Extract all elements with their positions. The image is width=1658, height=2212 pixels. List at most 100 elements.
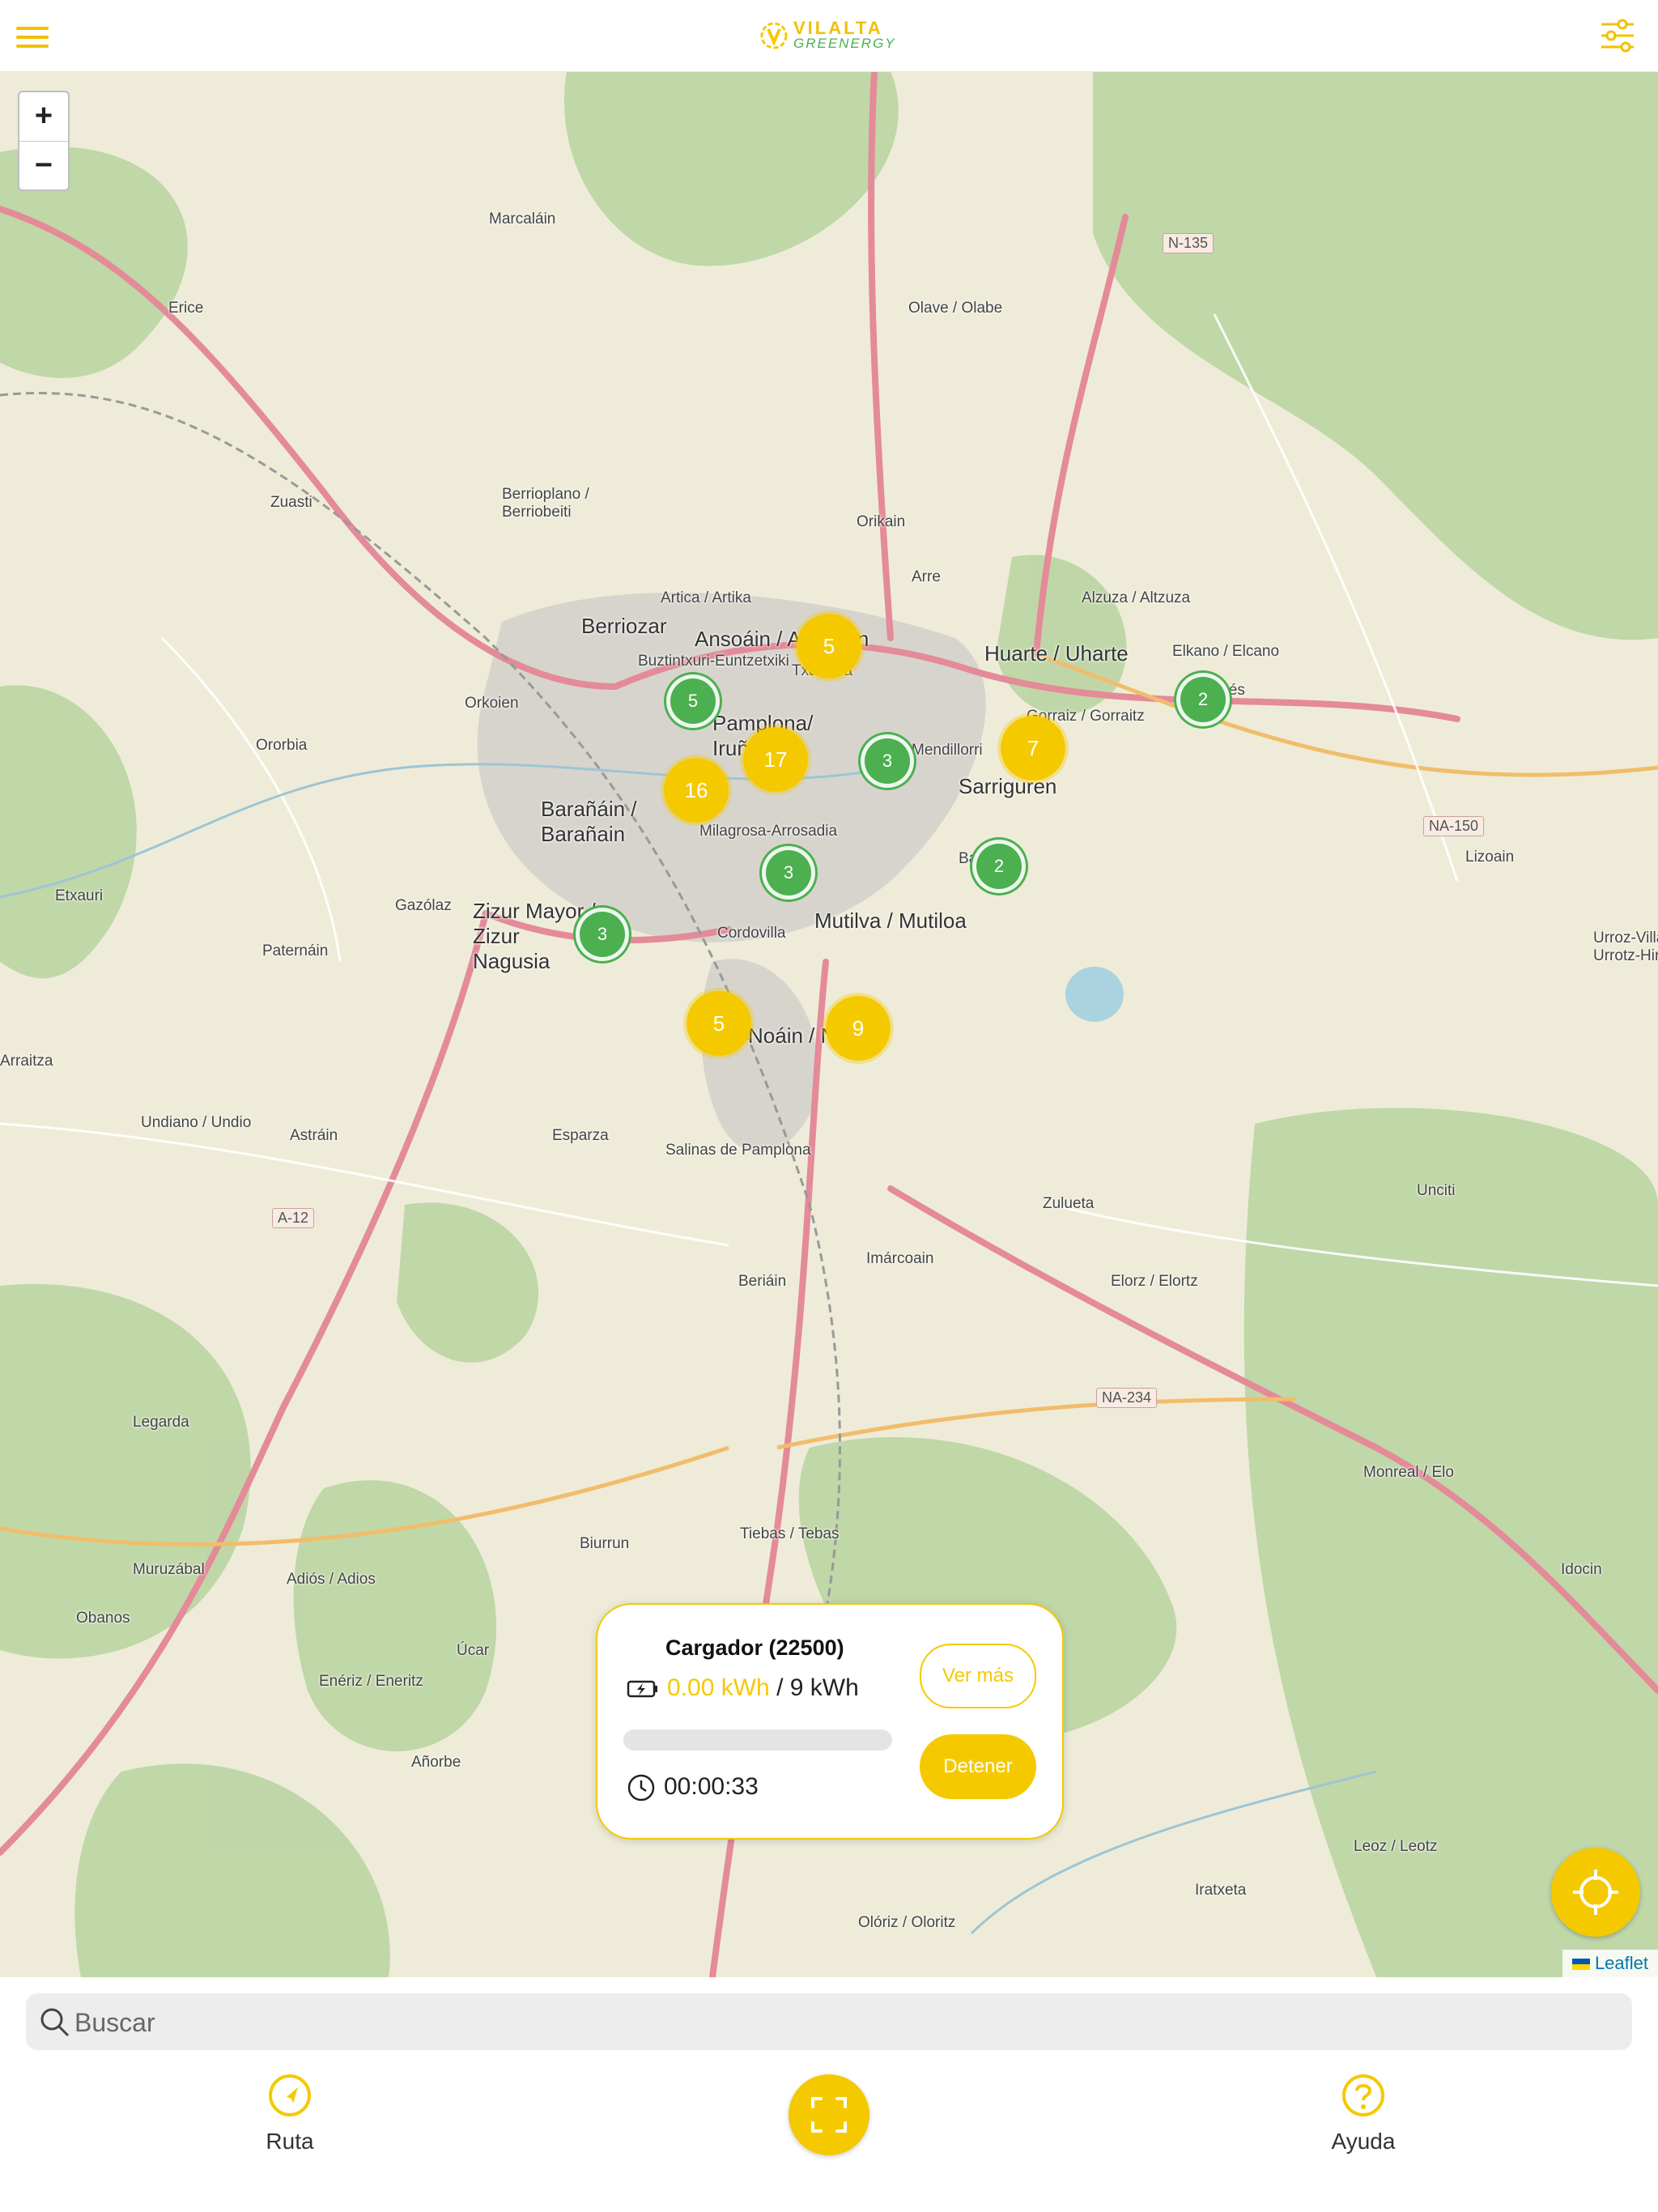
place-label: Unciti <box>1417 1182 1456 1199</box>
locate-me-button[interactable] <box>1551 1848 1640 1937</box>
charger-cluster[interactable]: 17 <box>743 727 808 792</box>
place-label: Obanos <box>76 1610 130 1627</box>
battery-charging-icon <box>627 1680 657 1698</box>
scan-qr-button[interactable] <box>789 2074 869 2155</box>
charger-cluster[interactable]: 5 <box>670 678 716 724</box>
filter-settings-icon[interactable] <box>1598 18 1637 53</box>
place-label: Huarte / Uharte <box>984 641 1129 666</box>
road-label: A-12 <box>272 1208 315 1228</box>
search-input[interactable] <box>73 2000 1614 2045</box>
see-more-button[interactable]: Ver más <box>920 1644 1036 1708</box>
search-bar[interactable] <box>26 1993 1632 2050</box>
place-label: Esparza <box>552 1127 609 1144</box>
charger-card: Cargador (22500) 0.00 kWh / 9 kWh 00:00:… <box>596 1603 1064 1840</box>
nav-route-label: Ruta <box>266 2129 314 2154</box>
place-label: Mutilva / Mutiloa <box>814 908 967 933</box>
attribution-link[interactable]: Leaflet <box>1595 1953 1648 1973</box>
charge-progress-bar <box>623 1729 892 1750</box>
charger-cluster[interactable]: 2 <box>976 844 1022 889</box>
nav-help-label: Ayuda <box>1331 2129 1396 2154</box>
place-label: Monreal / Elo <box>1363 1464 1454 1481</box>
place-label: Olóriz / Oloritz <box>858 1914 956 1931</box>
place-label: Barañáin / Barañain <box>541 797 637 846</box>
clock-icon <box>627 1774 655 1802</box>
ukraine-flag-icon <box>1571 1959 1590 1971</box>
place-label: Biurrun <box>580 1535 630 1552</box>
crosshair-icon <box>1573 1870 1618 1915</box>
energy-readout: 0.00 kWh / 9 kWh <box>627 1674 859 1702</box>
app-header: VILALTA GREENERGY <box>0 0 1658 72</box>
navigation-arrow-icon <box>269 2074 311 2116</box>
charge-timer: 00:00:33 <box>627 1773 759 1802</box>
place-label: Cordovilla <box>717 925 786 942</box>
search-icon <box>40 2008 70 2037</box>
place-label: Legarda <box>133 1414 189 1431</box>
place-label: Arraitza <box>0 1053 53 1070</box>
charger-title: Cargador (22500) <box>665 1636 844 1660</box>
place-label: Berriozar <box>581 614 667 638</box>
place-label: Gazólaz <box>395 897 452 914</box>
place-label: Idocin <box>1561 1561 1602 1578</box>
nav-help[interactable]: Ayuda <box>1299 2073 1428 2155</box>
map-attribution[interactable]: Leaflet <box>1562 1950 1658 1977</box>
menu-icon[interactable] <box>16 21 49 50</box>
place-label: Enériz / Eneritz <box>319 1673 423 1690</box>
energy-current: 0.00 kWh <box>667 1674 770 1701</box>
zoom-out-button[interactable]: − <box>19 142 68 190</box>
place-label: Orikain <box>857 513 906 530</box>
place-label: Ororbia <box>256 737 308 754</box>
place-label: Undiano / Undio <box>141 1114 252 1131</box>
nav-route[interactable]: Ruta <box>225 2073 355 2155</box>
logo-text-bottom: GREENERGY <box>793 36 896 51</box>
place-label: Muruzábal <box>133 1561 205 1578</box>
bottom-bar: Ruta Ayuda <box>0 1977 1658 2212</box>
place-label: Iratxeta <box>1195 1882 1247 1899</box>
place-label: Elkano / Elcano <box>1172 643 1280 660</box>
place-label: Erice <box>168 300 204 317</box>
place-label: Berrioplano / Berriobeiti <box>502 486 589 521</box>
charger-cluster[interactable]: 16 <box>664 758 729 823</box>
place-label: Alzuza / Altzuza <box>1082 589 1191 606</box>
energy-total: 9 kWh <box>789 1674 859 1701</box>
place-label: Marcaláin <box>489 211 556 228</box>
charger-cluster[interactable]: 9 <box>826 996 891 1061</box>
logo-mark-icon <box>760 22 788 49</box>
charger-cluster[interactable]: 5 <box>687 991 751 1056</box>
place-label: Zuasti <box>270 494 312 511</box>
place-label: Artica / Artika <box>661 589 751 606</box>
road-label: NA-234 <box>1096 1388 1158 1408</box>
charger-cluster[interactable]: 3 <box>766 850 811 895</box>
place-label: Imárcoain <box>866 1250 934 1267</box>
charger-cluster[interactable]: 3 <box>580 912 625 957</box>
charger-cluster[interactable]: 7 <box>1001 716 1065 781</box>
road-label: N-135 <box>1163 233 1214 253</box>
road-label: NA-150 <box>1423 816 1485 836</box>
place-label: Úcar <box>457 1642 490 1659</box>
place-label: Buztintxuri-Euntzetxiki <box>638 653 789 670</box>
charger-cluster[interactable]: 3 <box>865 738 910 784</box>
place-label: Etxauri <box>55 887 104 904</box>
scan-frame-icon <box>811 2097 847 2133</box>
charger-cluster[interactable]: 2 <box>1180 677 1226 722</box>
place-label: Milagrosa-Arrosadia <box>699 823 838 840</box>
timer-value: 00:00:33 <box>664 1773 759 1800</box>
place-label: Leoz / Leotz <box>1354 1838 1438 1855</box>
stop-charging-button[interactable]: Detener <box>920 1734 1036 1799</box>
place-label: Elorz / Elortz <box>1111 1273 1198 1290</box>
place-label: Paternáin <box>262 942 329 959</box>
place-label: Añorbe <box>411 1754 461 1771</box>
place-label: Salinas de Pamplona <box>665 1142 811 1159</box>
place-label: Beriáin <box>738 1273 787 1290</box>
place-label: Olave / Olabe <box>908 300 1003 317</box>
place-label: Astráin <box>290 1127 338 1144</box>
place-label: Urroz-Villa / Urrotz-Hiria <box>1593 929 1658 964</box>
place-label: Mendillorri <box>912 742 983 759</box>
place-label: Zulueta <box>1043 1195 1095 1212</box>
zoom-control: + − <box>18 91 70 191</box>
place-label: Tiebas / Tebas <box>740 1525 840 1542</box>
zoom-in-button[interactable]: + <box>19 92 68 142</box>
app-logo: VILALTA GREENERGY <box>758 15 900 57</box>
charger-cluster[interactable]: 5 <box>797 614 861 678</box>
help-question-icon <box>1342 2074 1384 2116</box>
place-label: Lizoain <box>1465 849 1515 866</box>
